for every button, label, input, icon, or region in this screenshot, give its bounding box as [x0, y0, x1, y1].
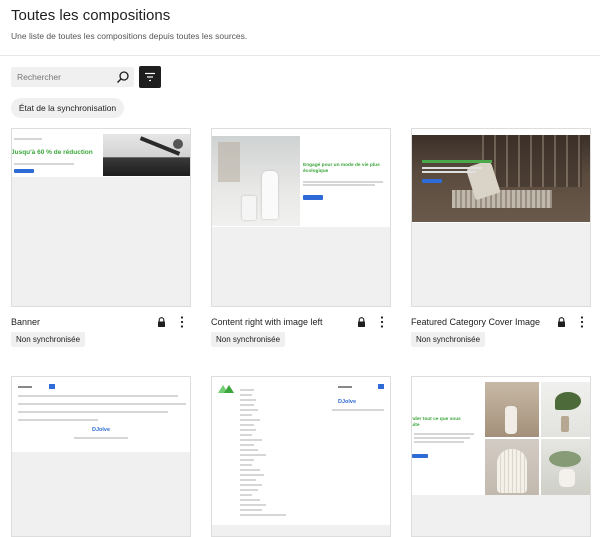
record-player-image [103, 134, 190, 176]
pattern-card-banner: Jusqu'à 60 % de réduction Banner Non syn… [11, 128, 191, 348]
preview-content-button [303, 195, 323, 200]
pattern-preview-banner[interactable]: Jusqu'à 60 % de réduction [11, 128, 191, 307]
preview-content-section: Engagé pour un mode de vie plus écologiq… [212, 129, 390, 227]
preview-grid-heading: nder tout ce que vous uite [411, 417, 461, 428]
pattern-preview-footer-links[interactable]: DJolve [11, 376, 191, 537]
grid-image-plant [541, 382, 590, 437]
grid-image-ribbed-vase [485, 439, 539, 495]
preview-links-section: DJolve [12, 377, 190, 452]
search-field [11, 67, 134, 87]
preview-content-heading: Engagé pour un mode de vie plus écologiq… [303, 163, 380, 174]
pattern-card-image-grid: nder tout ce que vous uite [411, 376, 591, 537]
filter-button[interactable] [139, 66, 161, 88]
preview-logo-icon [218, 385, 234, 393]
lock-icon [158, 317, 165, 327]
sync-status-badge: Non synchronisée [411, 332, 486, 347]
cover-chair-image [412, 135, 590, 222]
sync-status-filter-button[interactable]: État de la synchronisation [11, 98, 124, 118]
preview-nav-section: DJolve [212, 377, 390, 525]
grid-image-branch [541, 439, 590, 495]
pattern-name: Featured Category Cover Image [411, 317, 541, 327]
sync-status-badge: Non synchronisée [11, 332, 86, 347]
pattern-preview-featured-category[interactable] [411, 128, 591, 307]
lock-icon [358, 317, 365, 327]
pattern-preview-image-grid[interactable]: nder tout ce que vous uite [411, 376, 591, 537]
lock-icon [558, 317, 565, 327]
pattern-name: Content right with image left [211, 317, 323, 327]
more-vertical-icon[interactable] [577, 315, 587, 329]
preview-grid-button [412, 454, 428, 458]
preview-cover-section [412, 129, 590, 223]
page-title: Toutes les compositions [11, 7, 171, 24]
preview-banner-heading: Jusqu'à 60 % de réduction [11, 149, 93, 156]
preview-site-title: DJolve [91, 427, 111, 433]
more-vertical-icon[interactable] [177, 315, 187, 329]
pattern-preview-content-right[interactable]: Engagé pour un mode de vie plus écologiq… [211, 128, 391, 307]
milk-bottle-image [212, 136, 300, 226]
search-icon[interactable] [116, 70, 130, 84]
pattern-card-featured-category-cover: Featured Category Cover Image Non synchr… [411, 128, 591, 348]
more-vertical-icon[interactable] [377, 315, 387, 329]
page-subtitle: Une liste de toutes les compositions dep… [11, 31, 248, 41]
preview-banner-button [14, 169, 34, 173]
pattern-preview-navigation-list[interactable]: DJolve [211, 376, 391, 537]
filter-icon [145, 72, 155, 82]
pattern-name: Banner [11, 317, 41, 327]
page-header: Toutes les compositions Une liste de tou… [0, 0, 600, 56]
pattern-card-navigation-list: DJolve [211, 376, 391, 537]
sync-status-badge: Non synchronisée [211, 332, 286, 347]
pattern-card-footer-links: DJolve [11, 376, 191, 537]
preview-grid-section: nder tout ce que vous uite [412, 377, 590, 495]
preview-banner-section: Jusqu'à 60 % de réduction [12, 129, 190, 177]
preview-site-title: DJolve [338, 399, 357, 405]
pattern-card-content-right-image-left: Engagé pour un mode de vie plus écologiq… [211, 128, 391, 348]
grid-image-vase-dark [485, 382, 539, 437]
search-input[interactable] [11, 67, 115, 87]
